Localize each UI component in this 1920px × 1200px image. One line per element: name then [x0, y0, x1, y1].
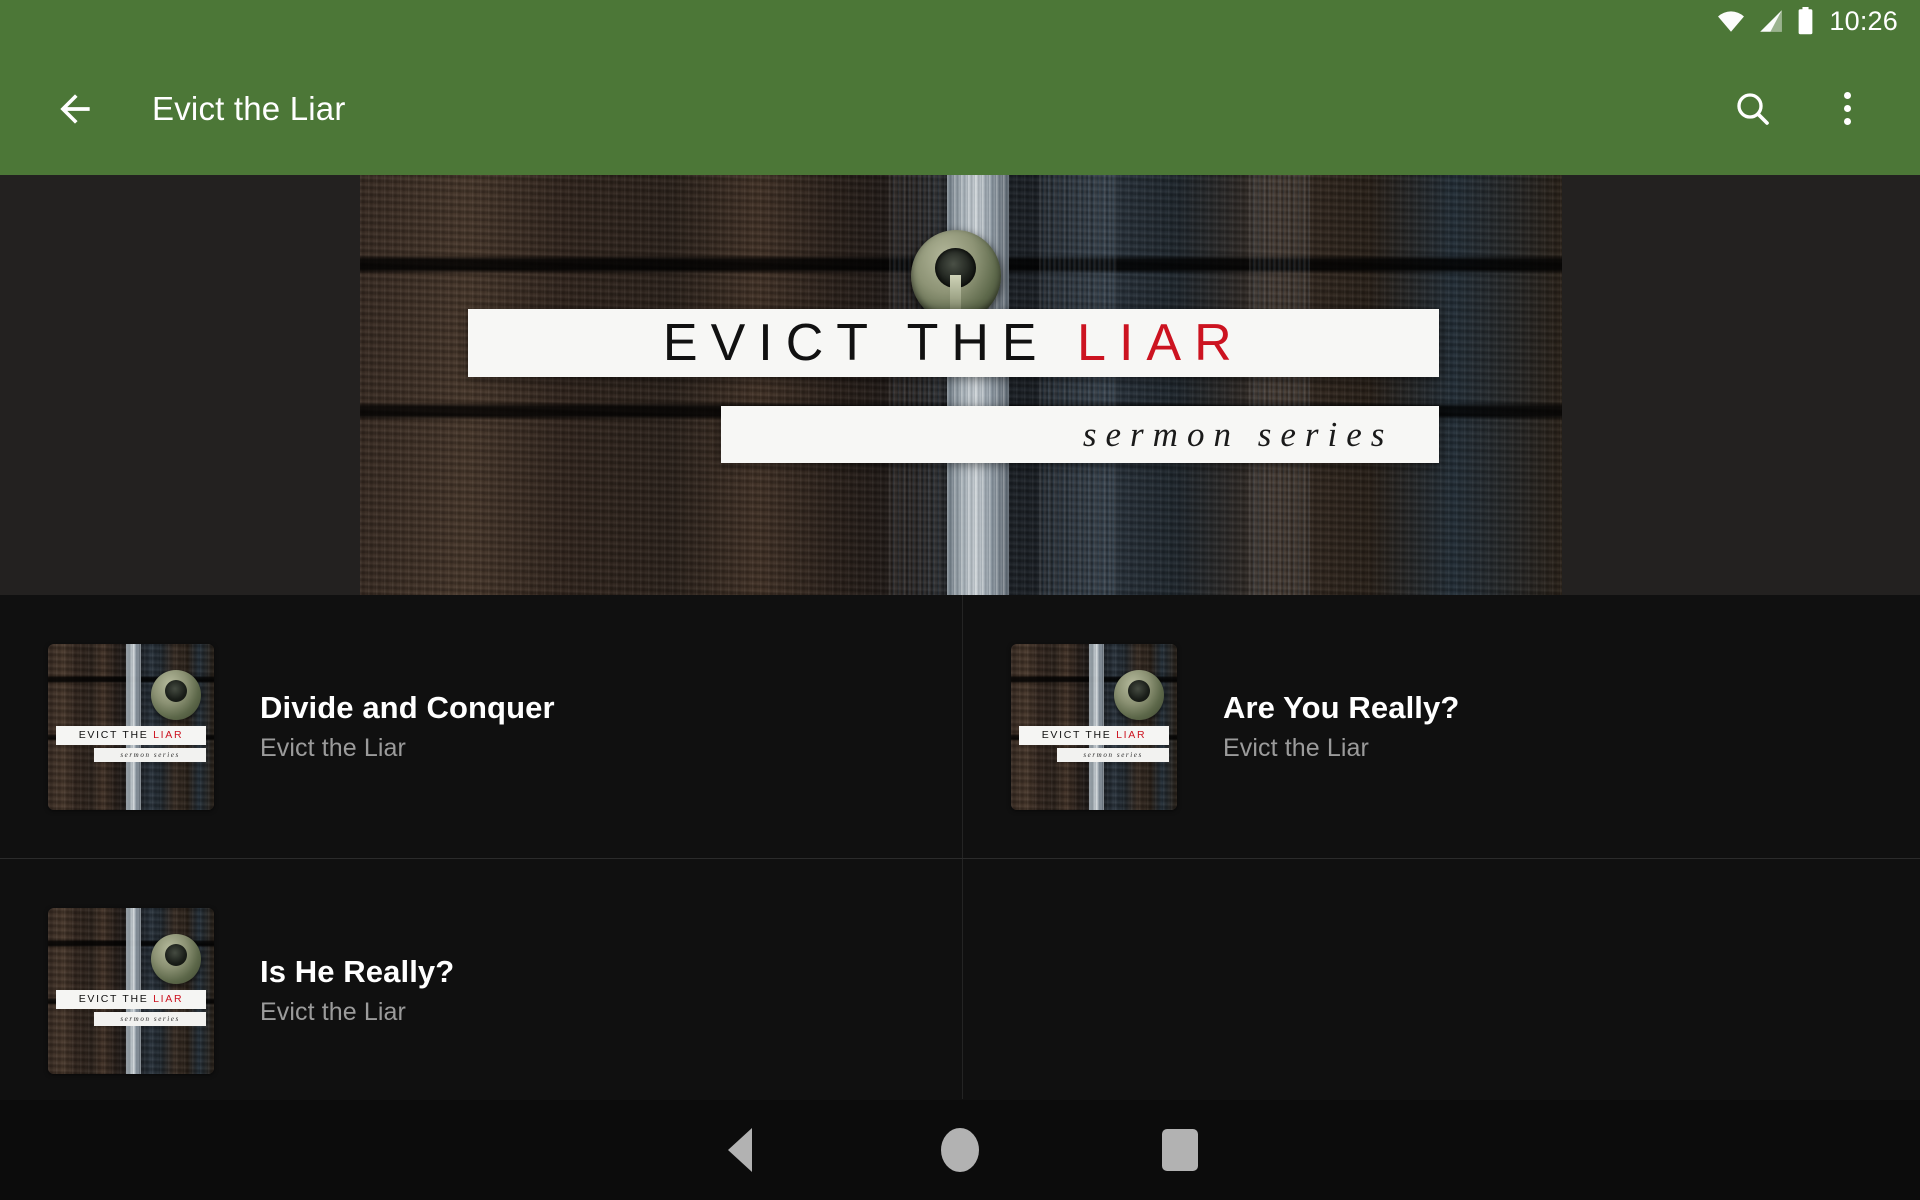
cell-signal-icon [1757, 9, 1785, 33]
overflow-dot [1843, 105, 1851, 112]
wifi-icon [1716, 9, 1746, 33]
thumb-title-banner: EVICT THE LIAR [1019, 725, 1169, 745]
thumb-title-accent: LIAR [153, 729, 184, 742]
hero-title-accent: LIAR [1077, 314, 1245, 373]
list-item-text: Are You Really? Evict the Liar [1223, 692, 1459, 761]
list-item-title: Is He Really? [260, 954, 455, 990]
nav-recents-icon [1162, 1129, 1198, 1171]
lock-icon [150, 670, 201, 720]
thumb-title-main: EVICT THE [1041, 729, 1117, 742]
series-artwork[interactable]: EVICT THE LIAR sermon series [360, 175, 1562, 595]
thumb-title-accent: LIAR [1116, 729, 1147, 742]
sermon-thumbnail: EVICT THE LIAR sermon series [48, 643, 214, 810]
thumb-title-banner: EVICT THE LIAR [56, 725, 206, 745]
status-clock: 10:26 [1829, 5, 1898, 36]
thumb-subtitle: sermon series [120, 1015, 180, 1024]
thumb-title-main: EVICT THE [78, 993, 154, 1006]
hero-subtitle: sermon series [1082, 414, 1394, 454]
column-divider [962, 859, 963, 1099]
hero-subtitle-banner: sermon series [720, 406, 1440, 464]
more-options-icon[interactable] [1814, 76, 1880, 142]
page-title: Evict the Liar [152, 89, 346, 127]
thumb-subtitle: sermon series [1083, 751, 1143, 760]
nav-home-icon [941, 1128, 979, 1172]
lock-icon [150, 934, 201, 984]
thumb-title-main: EVICT THE [78, 729, 154, 742]
hero-title-main: EVICT THE [662, 314, 1078, 373]
thumb-subtitle-banner: sermon series [94, 748, 206, 763]
lock-icon [1113, 670, 1164, 720]
list-item-text: Divide and Conquer Evict the Liar [260, 692, 555, 761]
nav-home-button[interactable] [850, 1100, 1070, 1200]
app-bar-actions [1720, 76, 1920, 142]
list-item[interactable]: EVICT THE LIAR sermon series Is He Reall… [0, 859, 960, 1122]
thumb-title-accent: LIAR [153, 993, 184, 1006]
door-edge-strip [1249, 175, 1310, 595]
overflow-dot [1843, 118, 1851, 125]
list-item-text: Is He Really? Evict the Liar [260, 956, 454, 1025]
system-navigation-bar [0, 1100, 1920, 1200]
thumb-title-banner: EVICT THE LIAR [56, 989, 206, 1009]
list-item-subtitle: Evict the Liar [260, 733, 406, 762]
list-item[interactable]: EVICT THE LIAR sermon series Are You Rea… [963, 595, 1920, 858]
search-icon[interactable] [1720, 76, 1786, 142]
door-edge-strip [1039, 175, 1118, 595]
thumb-subtitle: sermon series [120, 751, 180, 760]
back-arrow-icon[interactable] [38, 72, 112, 146]
sermon-thumbnail: EVICT THE LIAR sermon series [48, 907, 214, 1074]
sermon-list: EVICT THE LIAR sermon series Divide and … [0, 595, 1920, 1100]
nav-recents-button[interactable] [1070, 1100, 1290, 1200]
hero-section: EVICT THE LIAR sermon series [0, 175, 1920, 595]
nav-back-button[interactable] [630, 1100, 850, 1200]
sermon-thumbnail: EVICT THE LIAR sermon series [1011, 643, 1177, 810]
thumb-subtitle-banner: sermon series [94, 1012, 206, 1027]
list-item[interactable]: EVICT THE LIAR sermon series Divide and … [0, 595, 960, 858]
battery-icon [1796, 7, 1815, 35]
list-item-subtitle: Evict the Liar [1223, 733, 1369, 762]
status-bar: 10:26 [0, 0, 1920, 42]
list-item-title: Are You Really? [1223, 690, 1460, 726]
app-bar: Evict the Liar [0, 42, 1920, 175]
list-item-subtitle: Evict the Liar [260, 997, 406, 1026]
thumb-subtitle-banner: sermon series [1057, 748, 1169, 763]
list-item-title: Divide and Conquer [260, 690, 555, 726]
hero-title-banner: EVICT THE LIAR [468, 309, 1440, 378]
nav-back-icon [728, 1128, 752, 1172]
overflow-dot [1843, 92, 1851, 99]
